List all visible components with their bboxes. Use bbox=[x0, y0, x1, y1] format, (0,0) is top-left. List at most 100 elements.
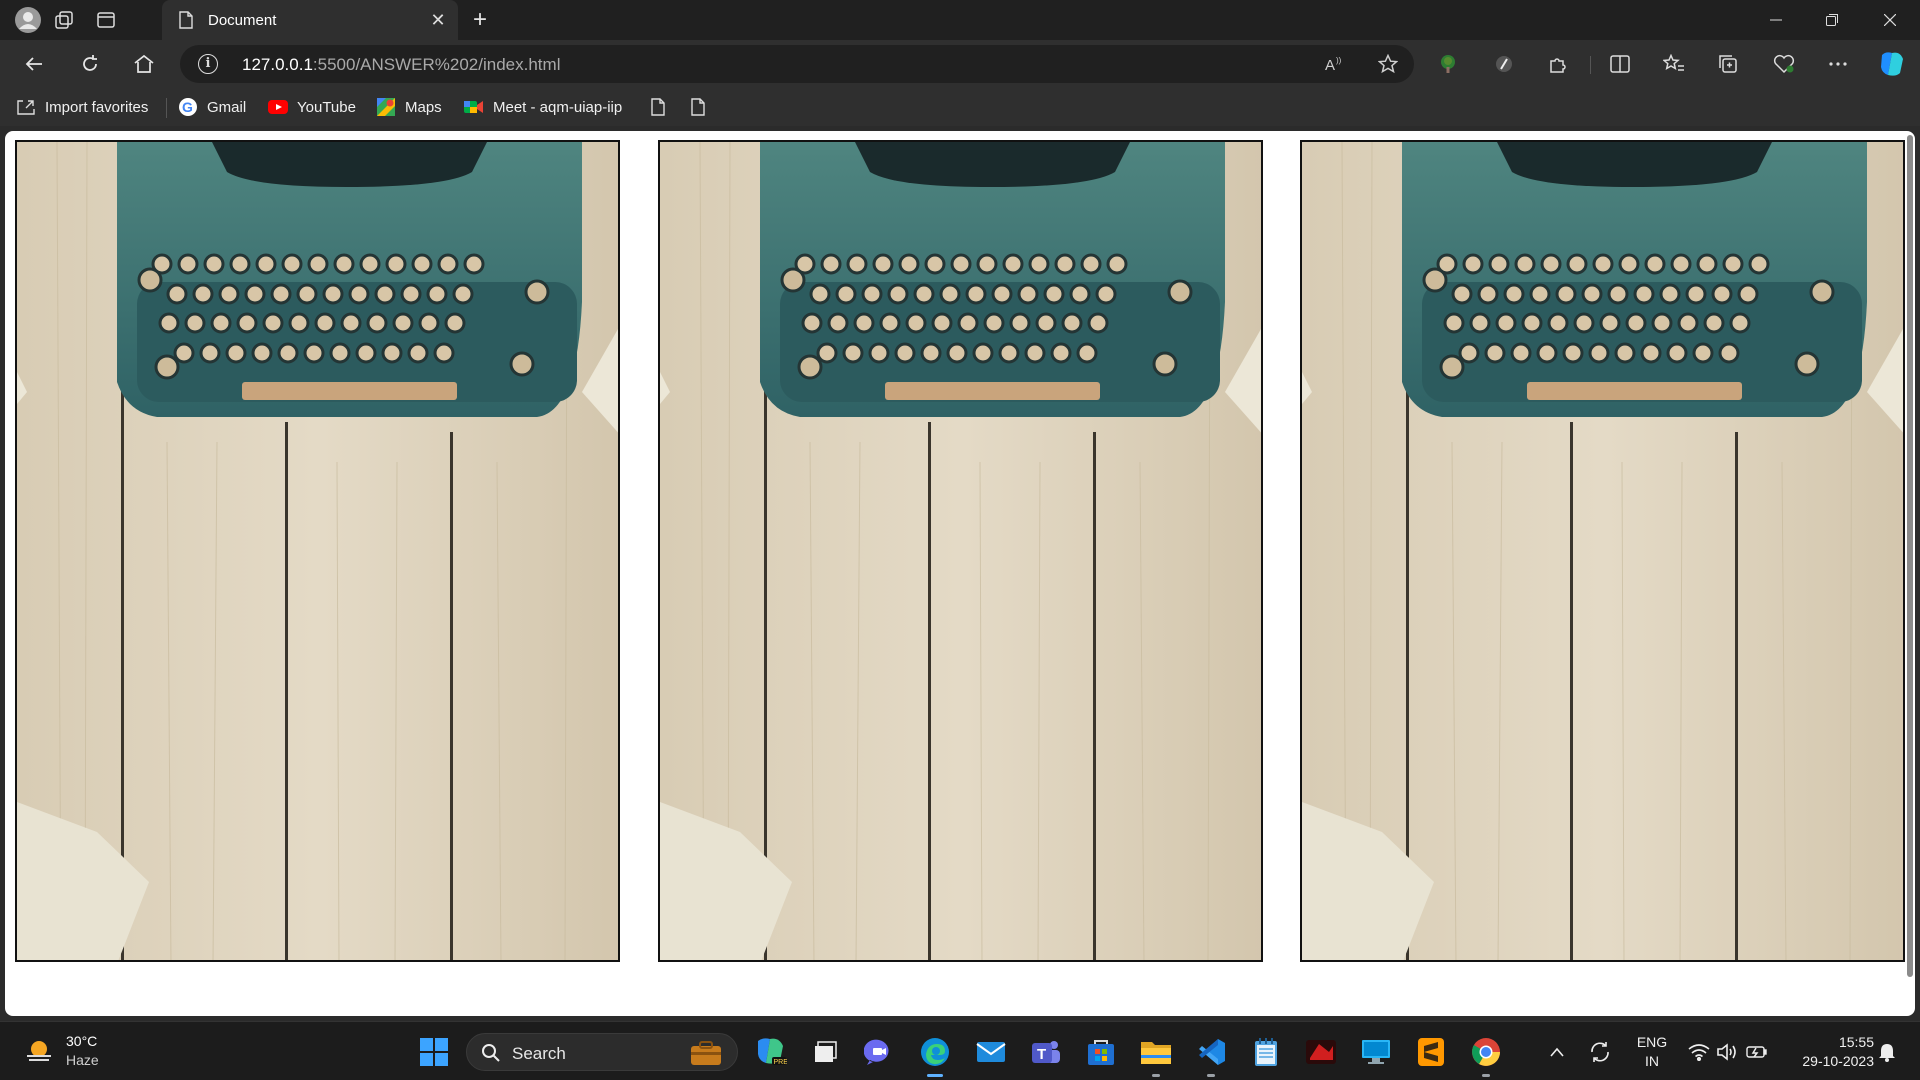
notification-bell-icon[interactable] bbox=[1872, 1033, 1902, 1071]
address-bar[interactable]: i 127.0.0.1:5500/ANSWER%202/index.html A… bbox=[180, 45, 1414, 83]
workspaces-icon[interactable] bbox=[50, 6, 78, 34]
typewriter-key bbox=[1562, 342, 1584, 364]
more-options-icon[interactable] bbox=[1822, 48, 1854, 80]
restore-icon[interactable] bbox=[1804, 0, 1860, 40]
favorite-maps[interactable]: Maps bbox=[376, 96, 442, 118]
profile-avatar-icon[interactable] bbox=[14, 6, 42, 34]
typewriter-key bbox=[303, 342, 325, 364]
read-aloud-icon[interactable]: A)) bbox=[1322, 52, 1346, 76]
typewriter-key bbox=[400, 283, 422, 305]
typewriter-key bbox=[1536, 342, 1558, 364]
favorite-import-favorites[interactable]: Import favorites bbox=[16, 96, 148, 118]
close-tab-icon[interactable]: ✕ bbox=[426, 8, 450, 32]
google-icon: G bbox=[178, 97, 198, 117]
favorite-page-1[interactable] bbox=[648, 96, 677, 118]
typewriter-key bbox=[210, 312, 232, 334]
red-app-icon[interactable] bbox=[1302, 1033, 1340, 1071]
url-text[interactable]: 127.0.0.1:5500/ANSWER%202/index.html bbox=[242, 55, 560, 75]
typewriter-key bbox=[1614, 342, 1636, 364]
vscode-icon[interactable] bbox=[1192, 1033, 1230, 1077]
typewriter-key bbox=[348, 283, 370, 305]
typewriter-key bbox=[1625, 312, 1647, 334]
extension-icon[interactable] bbox=[1488, 48, 1520, 80]
wifi-icon[interactable] bbox=[1684, 1033, 1714, 1071]
back-arrow-icon[interactable] bbox=[18, 48, 50, 80]
taskbar-search[interactable]: Search bbox=[466, 1033, 738, 1071]
typewriter-key bbox=[1080, 253, 1102, 275]
typewriter-key bbox=[1462, 253, 1484, 275]
typewriter-key bbox=[355, 342, 377, 364]
typewriter-key bbox=[1510, 342, 1532, 364]
refresh-icon[interactable] bbox=[74, 48, 106, 80]
typewriter-key bbox=[340, 312, 362, 334]
file-explorer-icon[interactable] bbox=[1137, 1033, 1175, 1077]
typewriter-key bbox=[463, 253, 485, 275]
typewriter-key bbox=[1028, 253, 1050, 275]
edge-browser-icon[interactable] bbox=[916, 1033, 954, 1077]
typewriter-key bbox=[1521, 312, 1543, 334]
document-icon bbox=[688, 97, 708, 117]
typewriter-key bbox=[1050, 342, 1072, 364]
start-windows-icon[interactable] bbox=[415, 1033, 453, 1071]
volume-icon[interactable] bbox=[1712, 1033, 1742, 1071]
typewriter-key bbox=[1503, 283, 1525, 305]
favorite-gmail[interactable]: G Gmail bbox=[178, 96, 246, 118]
teams-icon[interactable]: T bbox=[1027, 1033, 1065, 1071]
copilot-preview-icon[interactable]: PRE bbox=[752, 1033, 790, 1071]
split-screen-icon[interactable] bbox=[1604, 48, 1636, 80]
typewriter-key bbox=[976, 253, 998, 275]
scrollbar[interactable] bbox=[1907, 135, 1913, 977]
close-window-icon[interactable] bbox=[1862, 0, 1918, 40]
typewriter-key bbox=[939, 283, 961, 305]
vertical-tabs-icon[interactable] bbox=[92, 6, 120, 34]
language-indicator[interactable]: ENG IN bbox=[1630, 1033, 1674, 1071]
notepad-icon[interactable] bbox=[1247, 1033, 1285, 1071]
favorite-meet[interactable]: Meet - aqm-uiap-iip bbox=[464, 96, 622, 118]
minimize-icon[interactable] bbox=[1748, 0, 1804, 40]
battery-charging-icon[interactable] bbox=[1742, 1033, 1772, 1071]
home-icon[interactable] bbox=[128, 48, 160, 80]
favorite-page-2[interactable] bbox=[688, 96, 717, 118]
chrome-icon[interactable] bbox=[1467, 1033, 1505, 1077]
tab-document[interactable]: Document ✕ bbox=[162, 0, 458, 40]
typewriter-key bbox=[920, 342, 942, 364]
typewriter-key bbox=[1748, 253, 1770, 275]
favorite-label: Maps bbox=[405, 98, 442, 116]
copilot-icon[interactable] bbox=[1876, 48, 1908, 80]
typewriter-key bbox=[1618, 253, 1640, 275]
mail-icon[interactable] bbox=[972, 1033, 1010, 1071]
weather-widget[interactable]: 30°C Haze bbox=[24, 1032, 99, 1070]
new-tab-button[interactable]: + bbox=[466, 6, 494, 34]
typewriter-key bbox=[972, 342, 994, 364]
microsoft-store-icon[interactable] bbox=[1082, 1033, 1120, 1071]
typewriter-key bbox=[392, 312, 414, 334]
favorite-youtube[interactable]: YouTube bbox=[268, 96, 356, 118]
site-info-icon[interactable]: i bbox=[198, 54, 218, 74]
collections-icon[interactable] bbox=[1712, 48, 1744, 80]
browser-essentials-icon[interactable] bbox=[1768, 48, 1800, 80]
favorite-star-icon[interactable] bbox=[1376, 52, 1400, 76]
chat-icon[interactable] bbox=[860, 1033, 898, 1071]
typewriter-key bbox=[924, 253, 946, 275]
typewriter-key bbox=[868, 342, 890, 364]
typewriter-key bbox=[192, 283, 214, 305]
typewriter-key bbox=[1054, 253, 1076, 275]
sublime-text-icon[interactable] bbox=[1412, 1033, 1450, 1071]
document-icon bbox=[176, 10, 196, 30]
tree-extension-icon[interactable] bbox=[1432, 48, 1464, 80]
favorites-icon[interactable] bbox=[1658, 48, 1690, 80]
task-view-icon[interactable] bbox=[806, 1033, 844, 1071]
typewriter-key bbox=[296, 283, 318, 305]
typewriter-key bbox=[1685, 283, 1707, 305]
search-icon bbox=[482, 1044, 500, 1062]
typewriter-key bbox=[797, 354, 823, 380]
typewriter-key bbox=[177, 253, 199, 275]
typewriter-image-3 bbox=[1300, 140, 1905, 962]
title-bar: Document ✕ + bbox=[0, 0, 1920, 40]
sync-icon[interactable] bbox=[1585, 1033, 1615, 1071]
remote-desktop-icon[interactable] bbox=[1357, 1033, 1395, 1071]
clock[interactable]: 15:55 29-10-2023 bbox=[1780, 1033, 1874, 1071]
typewriter-key bbox=[236, 312, 258, 334]
show-hidden-icons-chevron-icon[interactable] bbox=[1543, 1033, 1571, 1071]
extensions-puzzle-icon[interactable] bbox=[1542, 48, 1574, 80]
